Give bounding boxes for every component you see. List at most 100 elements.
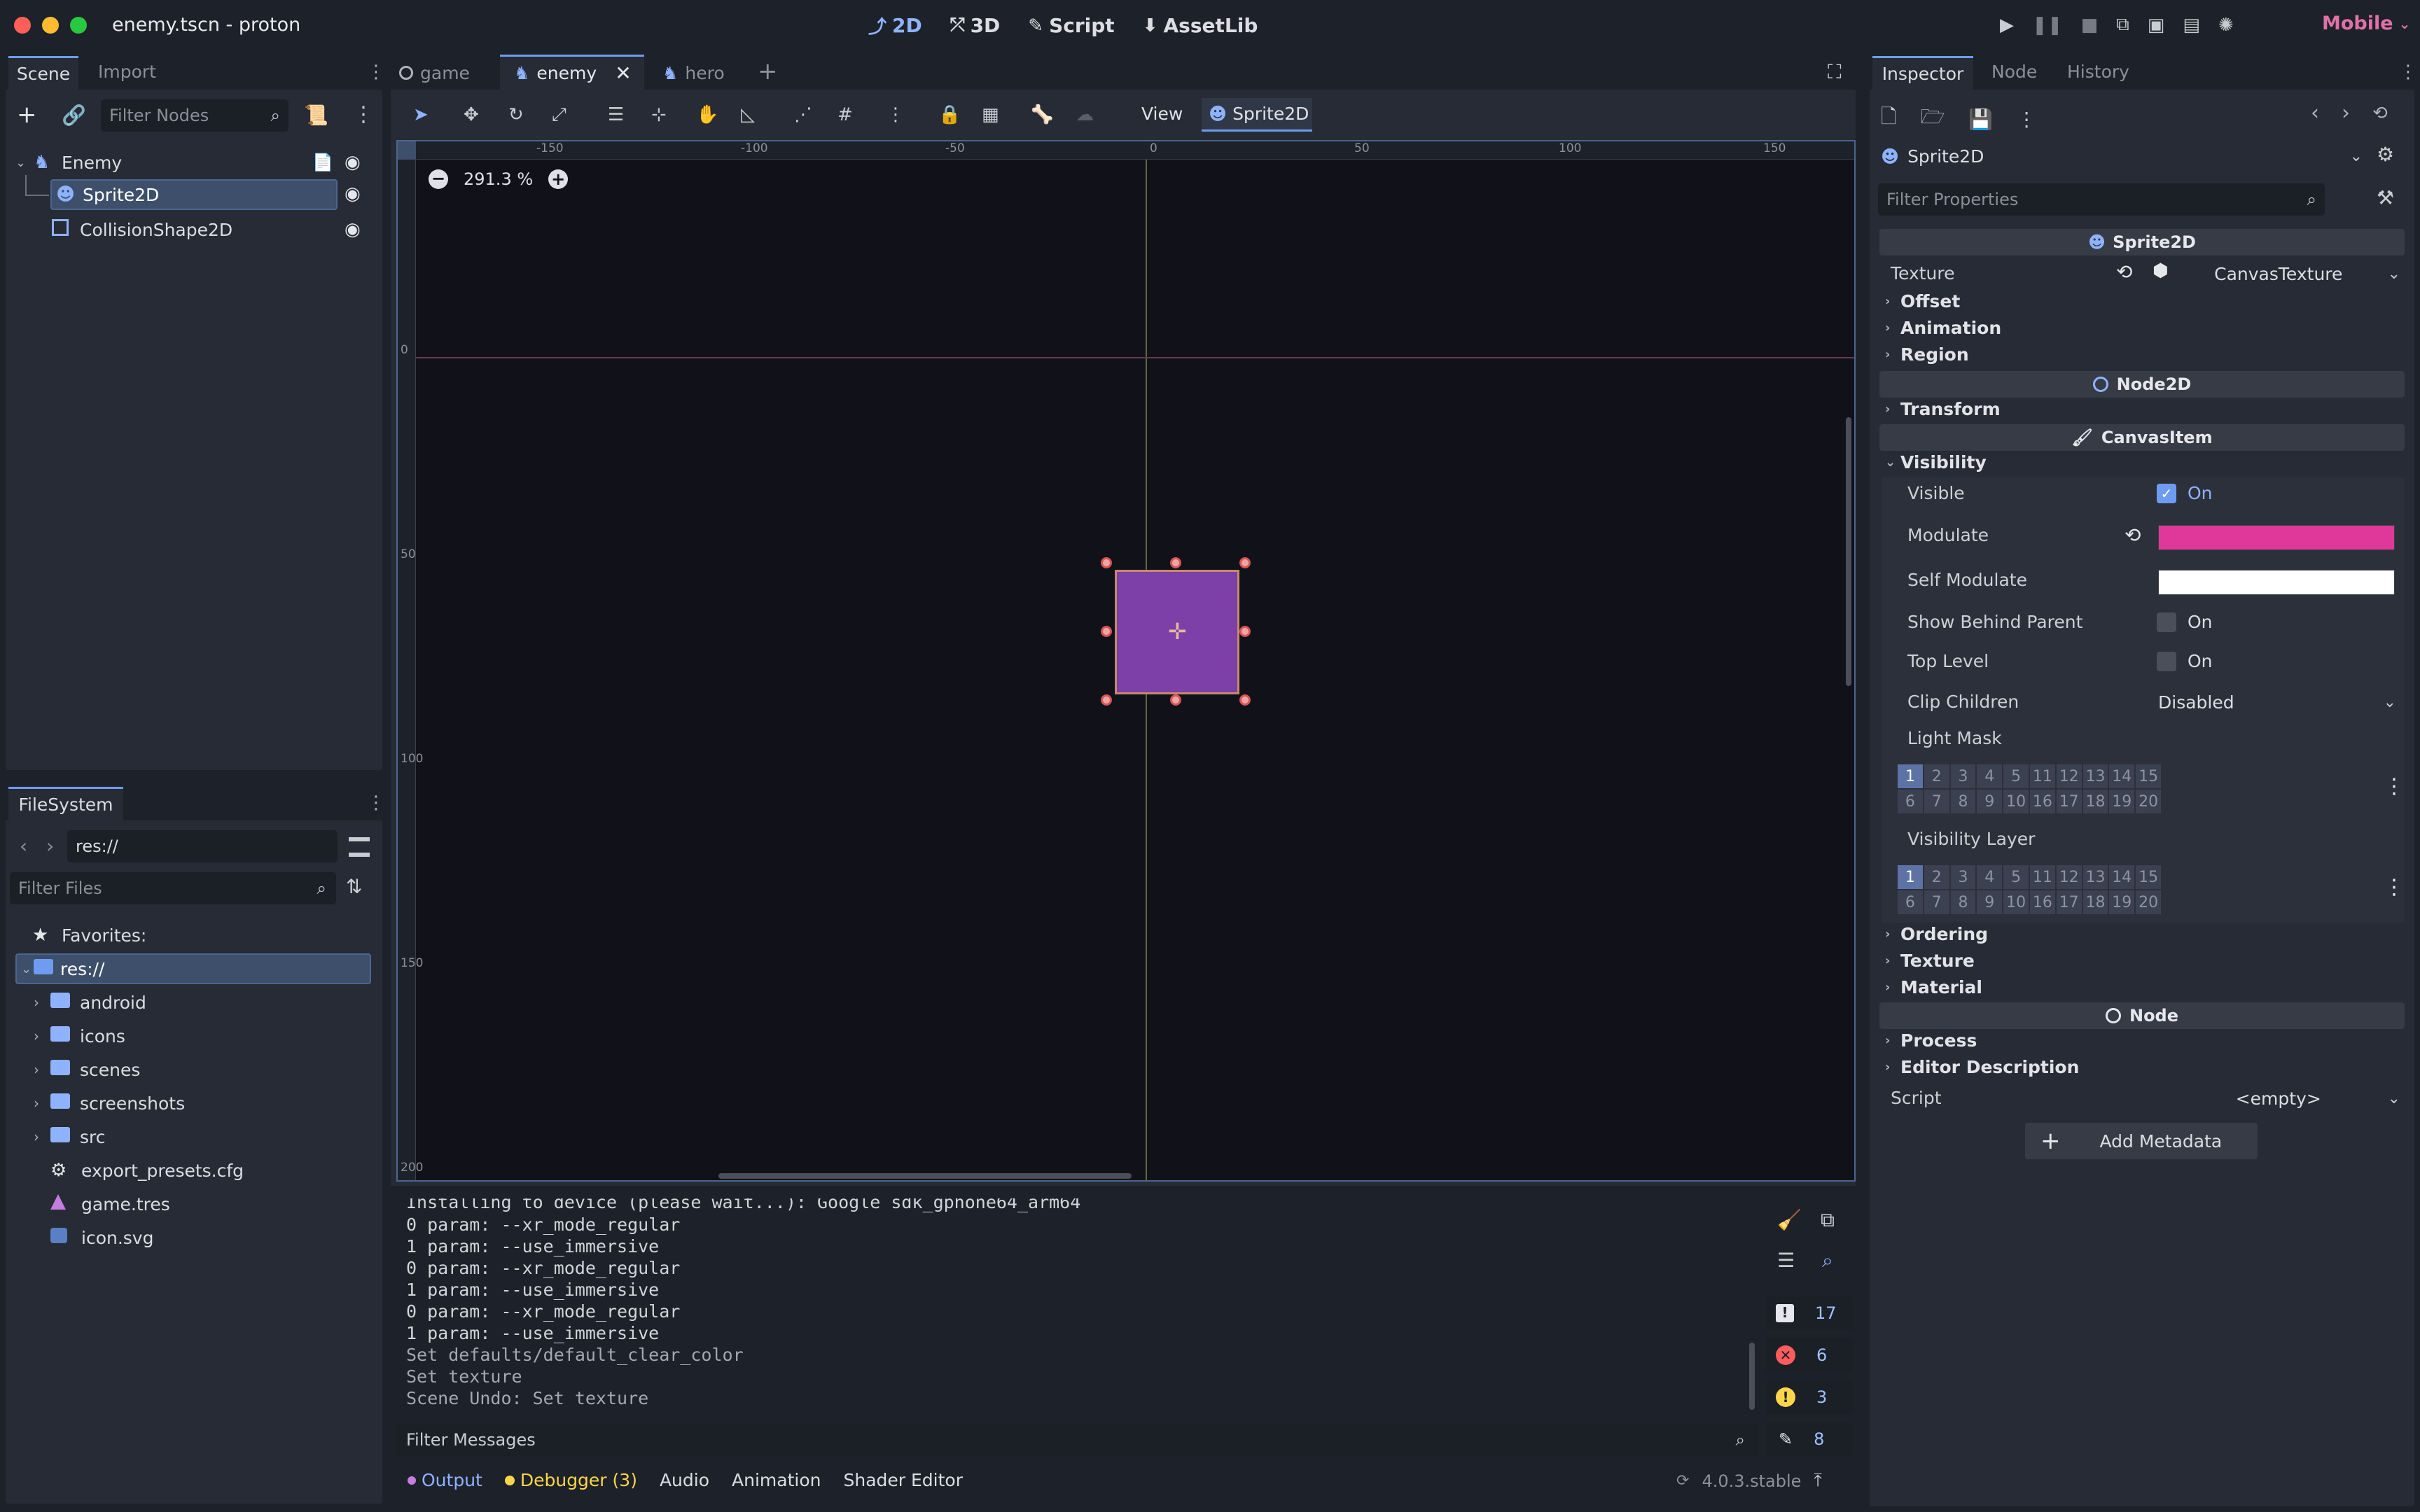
skeleton-icon[interactable]: 🦴 [1031,104,1053,125]
visibility-eye-icon[interactable]: ◉ [345,183,361,204]
copy-output-icon[interactable]: ⧉ [1821,1208,1835,1232]
scale-tool-icon[interactable]: ⤢ [552,104,566,126]
maximize-window-button[interactable] [70,17,87,34]
category-ordering[interactable]: › Ordering [1885,924,1988,944]
remote-debug-icon[interactable]: ⧉ [2116,14,2129,36]
tab-history[interactable]: History [2067,62,2129,82]
horizontal-scrollbar[interactable] [718,1173,1132,1179]
layer-bit[interactable]: 14 [2109,764,2135,788]
editor-tab-game[interactable]: game [399,56,470,90]
inspected-object-select[interactable]: ☻ Sprite2D ⌄ [1878,140,2368,172]
rotate-tool-icon[interactable]: ↻ [508,104,524,125]
play-custom-scene-icon[interactable]: ▤ [2183,15,2200,36]
history-icon[interactable]: ⟲ [2372,103,2388,124]
editor-tab-hero[interactable]: ♞ hero [662,56,725,90]
tab-shader-editor[interactable]: Shader Editor [843,1470,963,1490]
layer-bit[interactable]: 3 [1950,764,1976,788]
res-root-row[interactable]: ⌄ res:// [15,953,371,984]
split-view-icon[interactable] [349,837,370,857]
file-row[interactable]: › android [34,987,146,1018]
file-row[interactable]: › screenshots [34,1088,185,1119]
close-icon[interactable]: ✕ [615,62,631,85]
self-modulate-color-picker[interactable] [2158,570,2395,595]
show-behind-parent-checkbox[interactable]: On [2157,612,2213,632]
layer-bit[interactable]: 16 [2029,790,2055,813]
editor-tab-enemy[interactable]: ♞ enemy ✕ [500,55,644,90]
category-editor-description[interactable]: › Editor Description [1885,1057,2079,1077]
selection-handle[interactable] [1170,694,1181,706]
property-tools-icon[interactable]: ⚒ [2377,186,2394,209]
category-region[interactable]: › Region [1885,344,1969,365]
mode-script-button[interactable]: ✎ Script [1028,14,1114,37]
close-window-button[interactable] [14,17,31,34]
layer-bit[interactable]: 17 [2056,890,2082,914]
new-resource-icon[interactable]: 🗋 [1881,102,1897,136]
canvas-viewport[interactable]: -150 -100 -50 0 50 100 150 0 50 100 150 … [396,140,1856,1182]
layer-bit[interactable]: 20 [2136,890,2161,914]
script-attached-icon[interactable]: 📄 [312,153,333,172]
light-icon[interactable]: ☁ [1076,104,1094,125]
group-icon[interactable]: ▦ [982,104,999,125]
sprite2d-toolbar-button[interactable]: ☻ Sprite2D [1202,98,1312,132]
layer-bit[interactable]: 13 [2082,764,2108,788]
error-count-badge[interactable]: ✕ 6 [1766,1338,1853,1372]
light-mask-menu-icon[interactable]: ⋮ [2384,774,2405,799]
visibility-eye-icon[interactable]: ◉ [345,152,361,173]
stop-icon[interactable]: ■ [2081,15,2099,36]
file-row[interactable]: game.tres [50,1189,170,1219]
section-node[interactable]: Node [1879,1002,2405,1029]
layer-bit[interactable]: 1 [1898,865,1923,889]
select-tool-icon[interactable]: ➤ [413,104,429,125]
ruler-tool-icon[interactable]: ◺ [741,104,755,125]
script-resource-picker[interactable]: <empty> ⌄ [2176,1082,2400,1114]
layer-bit[interactable]: 18 [2082,890,2108,914]
add-node-icon[interactable]: + [17,101,37,129]
smart-snap-icon[interactable]: ⋰ [794,104,812,125]
tab-scene[interactable]: Scene [8,56,78,90]
category-process[interactable]: › Process [1885,1030,1977,1051]
section-sprite2d[interactable]: ☻ Sprite2D [1879,229,2405,255]
filter-messages-input[interactable]: Filter Messages ⌕ [396,1424,1759,1456]
open-resource-icon[interactable]: 🗁 [1921,102,1945,136]
vertical-scrollbar[interactable] [1846,417,1851,686]
distraction-free-icon[interactable]: ⛶ [1828,60,1842,84]
pivot-cross-icon[interactable]: ✛ [1168,620,1187,643]
grid-snap-icon[interactable]: # [837,104,853,125]
warning-count-badge[interactable]: ! 3 [1766,1380,1853,1414]
selection-handle[interactable] [1170,557,1181,568]
sort-icon[interactable]: ⇅ [346,875,362,898]
tree-node-enemy[interactable]: ⌄ ♞ Enemy 📄 ◉ [15,147,380,178]
revert-icon[interactable]: ⟲ [2116,260,2132,284]
layer-bit[interactable]: 5 [2003,764,2029,788]
file-row[interactable]: › src [34,1121,106,1152]
texture-resource-picker[interactable]: CanvasTexture ⌄ [2176,258,2400,290]
expand-bottom-panel-icon[interactable]: ⤒ [1814,1470,1822,1492]
message-count-badge[interactable]: ! 17 [1766,1296,1853,1330]
visibility-layer-menu-icon[interactable]: ⋮ [2384,875,2405,899]
layer-bit[interactable]: 15 [2136,764,2161,788]
layer-bit[interactable]: 16 [2029,890,2055,914]
zoom-in-icon[interactable]: + [548,169,569,189]
clip-children-select[interactable]: Disabled ⌄ [2158,686,2396,718]
visibility-layer-grid[interactable]: 1 2 3 4 5 11 12 13 14 15 6 7 8 9 10 16 1… [1898,865,2161,914]
zoom-level[interactable]: 291.3 % [464,169,533,189]
mode-2d-button[interactable]: ⤴ 2D [868,13,922,38]
layer-bit[interactable]: 19 [2109,890,2135,914]
selection-handle[interactable] [1239,626,1251,637]
tab-node[interactable]: Node [1991,62,2037,82]
layer-bit[interactable]: 18 [2082,790,2108,813]
layer-bit[interactable]: 17 [2056,790,2082,813]
zoom-out-icon[interactable]: − [429,169,448,189]
favorites-row[interactable]: ★ Favorites: [32,920,146,951]
layer-bit[interactable]: 4 [1977,865,2003,889]
output-scrollbar[interactable] [1749,1343,1755,1410]
selection-handle[interactable] [1101,694,1112,706]
filesystem-menu-icon[interactable]: ⋮ [367,792,385,813]
file-row[interactable]: icon.svg [50,1222,153,1253]
layer-bit[interactable]: 4 [1977,764,2003,788]
layer-bit[interactable]: 11 [2029,764,2055,788]
object-settings-icon[interactable]: ⚙ [2377,143,2394,166]
scene-dock-menu-icon[interactable]: ⋮ [367,62,385,83]
filter-nodes-input[interactable]: Filter Nodes ⌕ [101,99,288,132]
category-material[interactable]: › Material [1885,977,1982,997]
